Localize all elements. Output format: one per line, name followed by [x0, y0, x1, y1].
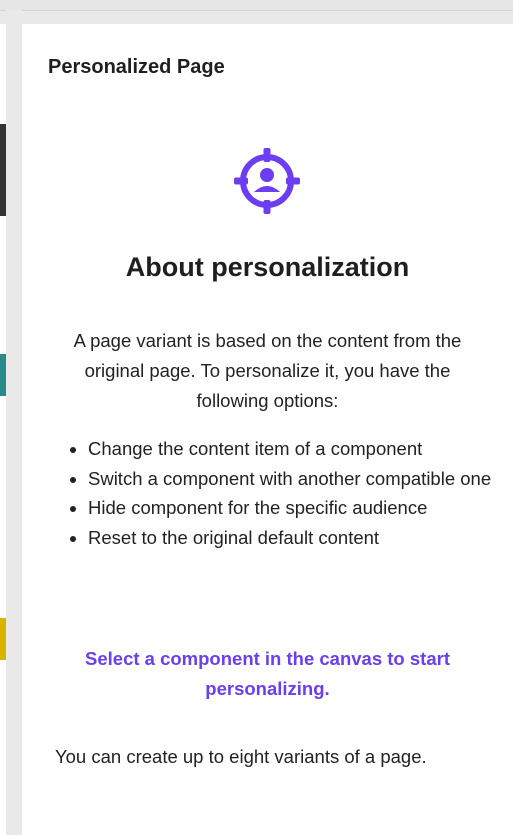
options-list: Change the content item of a component S… [64, 434, 508, 552]
top-bar [0, 0, 513, 11]
target-person-icon [232, 146, 302, 216]
intro-text: A page variant is based on the content f… [73, 330, 462, 411]
personalization-panel: Personalized Page About personalization … [22, 24, 513, 835]
variants-limit-note: You can create up to eight variants of a… [55, 746, 427, 767]
list-item: Hide component for the specific audience [88, 493, 508, 523]
about-heading: About personalization [125, 252, 410, 282]
list-item: Switch a component with another compatib… [88, 464, 508, 494]
panel-title: Personalized Page [48, 56, 225, 78]
list-item: Change the content item of a component [88, 434, 508, 464]
start-personalizing-hint: Select a component in the canvas to star… [85, 648, 450, 699]
panel-gutter [6, 10, 22, 835]
list-item: Reset to the original default content [88, 523, 508, 553]
